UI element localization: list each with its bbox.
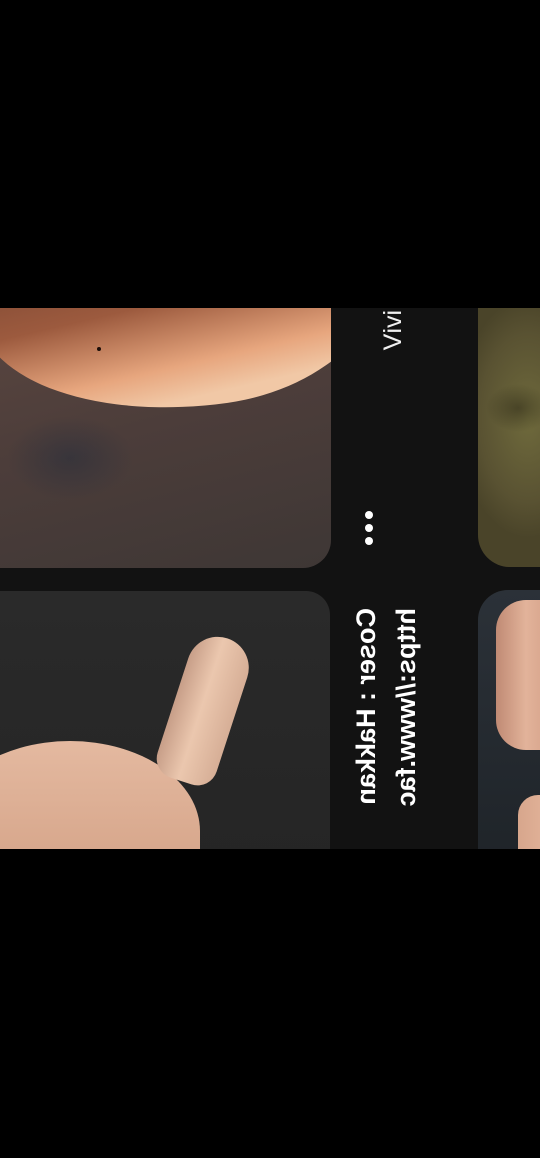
pin-caption-cosplay[interactable]: Coser : Hakkan [351, 608, 381, 805]
mole-dot [97, 347, 101, 351]
hand-shape-secondary [518, 795, 540, 849]
more-dot [365, 524, 373, 532]
more-options-icon[interactable] [352, 506, 386, 550]
more-dot [365, 511, 373, 519]
skin-shape [0, 308, 331, 436]
pin-caption-url[interactable]: https://www.fac [391, 608, 421, 807]
pin-feed: iviV https://www.fac Coser : Hakkan [0, 308, 540, 849]
pin-image-hands-dark[interactable] [478, 590, 540, 849]
pin-caption[interactable]: iviV [379, 310, 407, 350]
pin-image-skin-closeup[interactable] [0, 308, 331, 568]
pin-image-olive[interactable] [478, 308, 540, 567]
hand-shape [496, 600, 540, 750]
more-dot [365, 537, 373, 545]
finger-shape [151, 628, 257, 791]
pin-image-hand[interactable] [0, 591, 330, 849]
shadow-shape [478, 368, 540, 448]
